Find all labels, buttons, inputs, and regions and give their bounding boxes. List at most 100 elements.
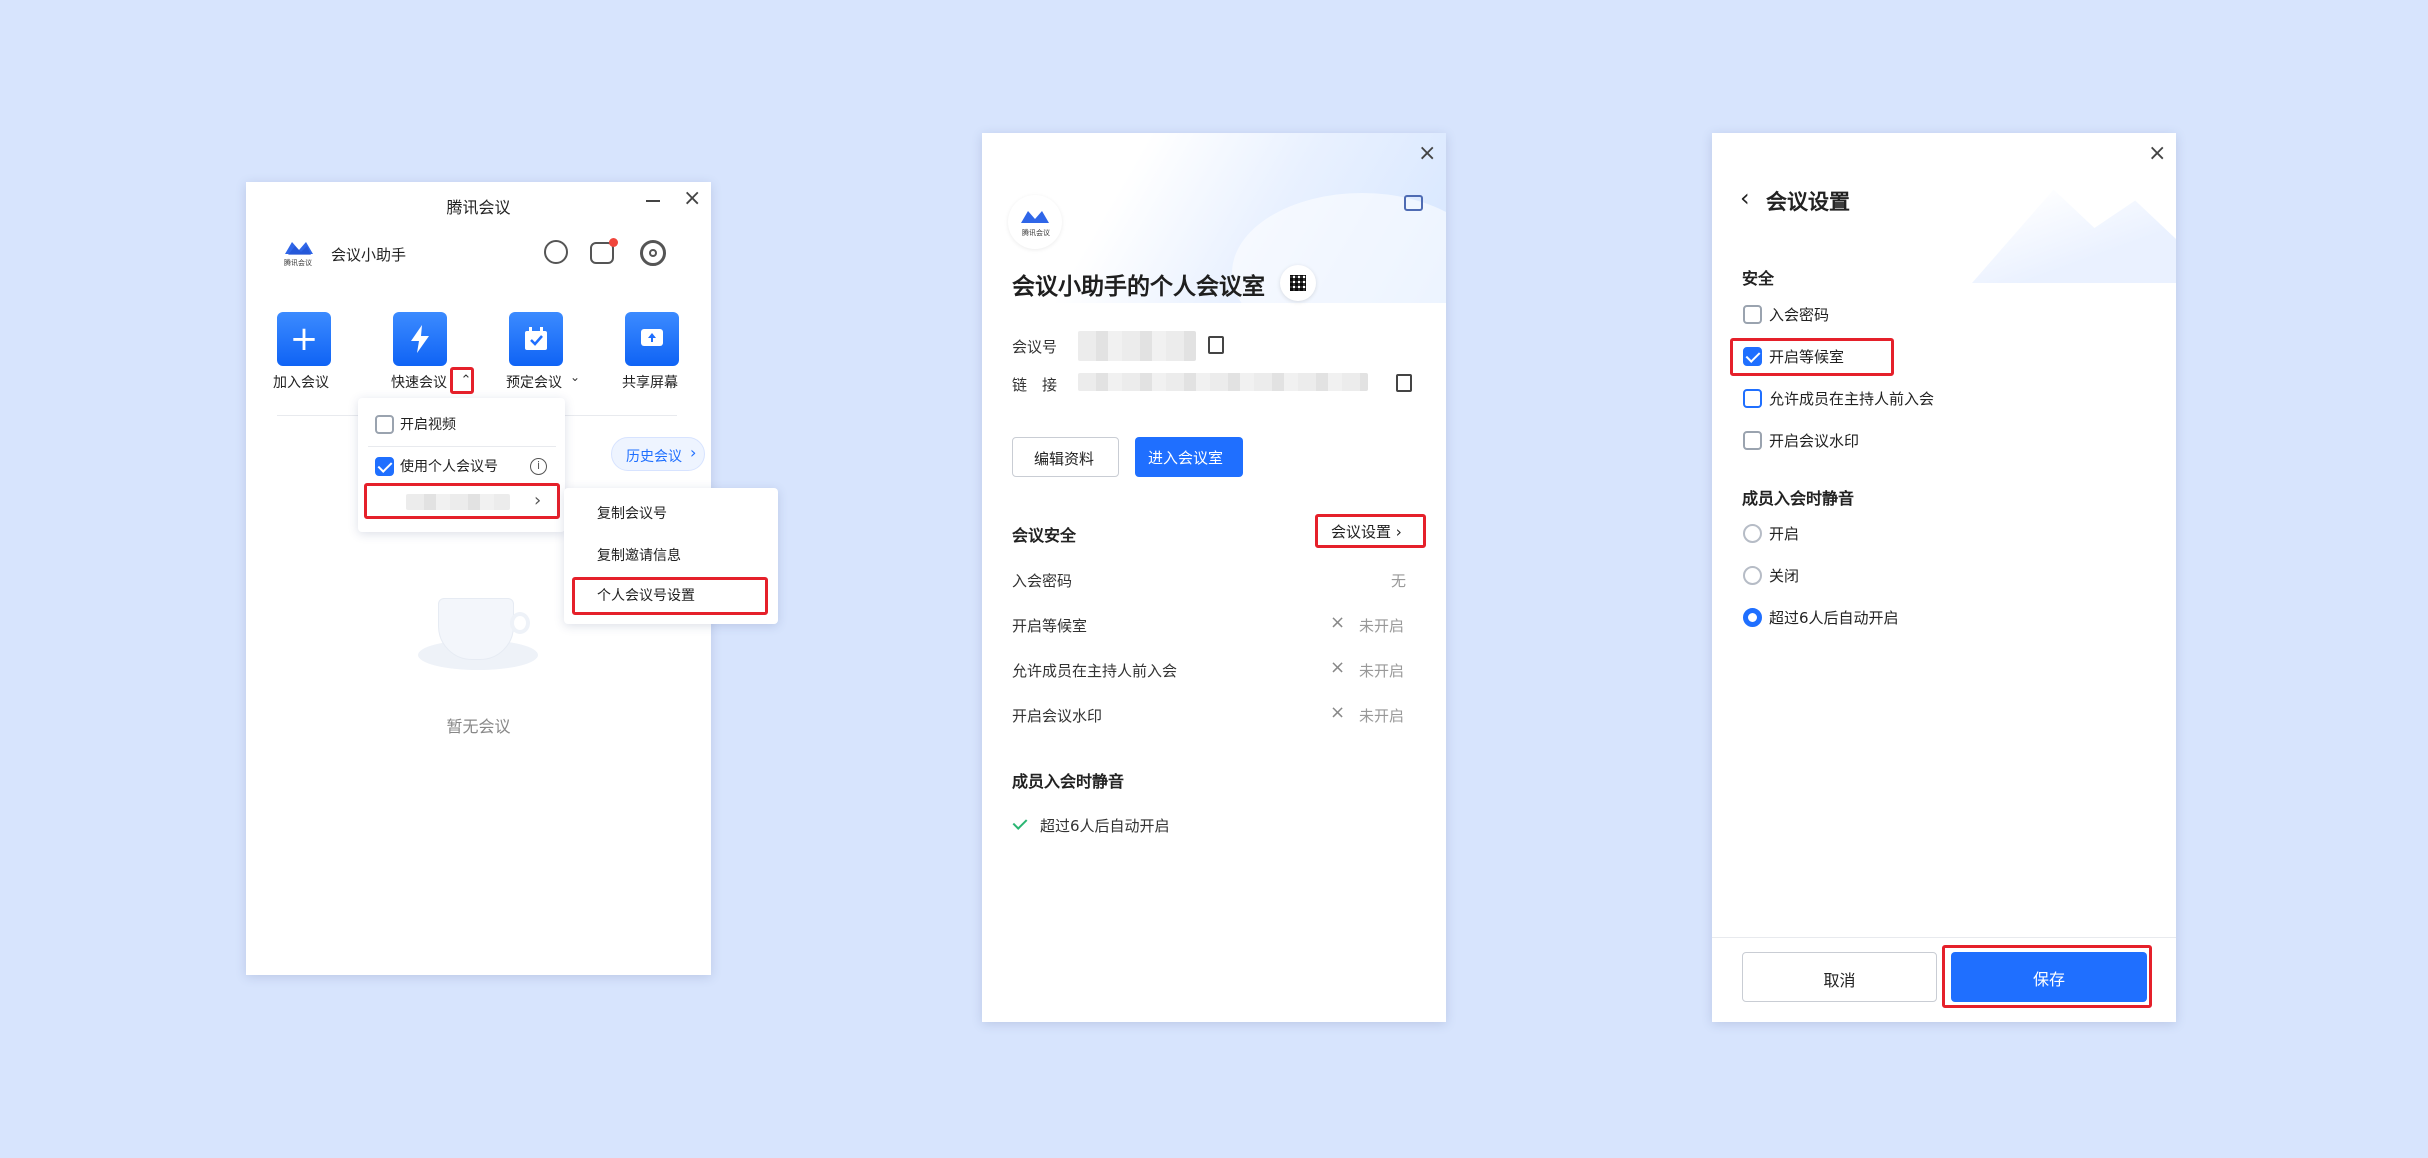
minimize-icon[interactable] — [646, 200, 660, 202]
quick-meeting-label: 快速会议 — [391, 375, 447, 391]
security-heading: 安全 — [1742, 269, 1775, 288]
gear-icon[interactable] — [640, 240, 666, 266]
room-title: 会议小助手的个人会议室 — [1012, 274, 1265, 300]
save-button[interactable]: 保存 — [1951, 952, 2147, 1002]
dropdown-divider — [368, 446, 556, 447]
settings-title: 会议设置 — [1766, 190, 1850, 214]
chevron-right-icon[interactable]: › — [534, 490, 541, 511]
meeting-settings-window: × ‹ 会议设置 安全 入会密码 开启等候室 允许成员在主持人前入会 开启会议水… — [1712, 133, 2176, 1022]
open-video-label[interactable]: 开启视频 — [400, 414, 456, 434]
window-title: 腾讯会议 — [446, 198, 511, 217]
close-icon: × — [1330, 612, 1346, 633]
image-icon[interactable] — [1404, 195, 1423, 211]
chevron-right-icon: › — [1395, 523, 1402, 541]
save-label: 保存 — [2032, 970, 2065, 989]
meeting-id-redacted — [1078, 331, 1196, 361]
waiting-room-label[interactable]: 开启等候室 — [1769, 346, 1844, 367]
edit-profile-label: 编辑资料 — [1034, 450, 1095, 468]
avatar[interactable]: 腾讯会议 — [284, 238, 314, 270]
mute-auto-label[interactable]: 超过6人后自动开启 — [1769, 607, 1899, 628]
cancel-button[interactable]: 取消 — [1742, 952, 1937, 1002]
enter-room-label: 进入会议室 — [1148, 449, 1224, 467]
row-value: 未开启 — [1359, 707, 1405, 725]
mute-heading: 成员入会时静音 — [1742, 489, 1855, 508]
close-icon: × — [1330, 657, 1346, 678]
meeting-settings-label: 会议设置 — [1331, 523, 1392, 541]
meeting-id-label: 会议号 — [1012, 338, 1058, 356]
mute-value: 超过6人后自动开启 — [1040, 817, 1170, 835]
share-screen-icon — [641, 329, 663, 346]
room-avatar-text: 腾讯会议 — [1022, 229, 1050, 237]
schedule-meeting-label: 预定会议 — [506, 375, 562, 391]
room-avatar: 腾讯会议 — [1008, 195, 1062, 249]
empty-cup-illustration — [418, 594, 538, 674]
pmi-settings-item[interactable]: 个人会议号设置 — [597, 585, 695, 605]
share-screen-button[interactable] — [625, 312, 679, 366]
copy-icon[interactable] — [1208, 336, 1224, 354]
schedule-meeting-button[interactable] — [509, 312, 563, 366]
watermark-label[interactable]: 开启会议水印 — [1769, 430, 1859, 451]
open-video-checkbox[interactable] — [375, 415, 394, 434]
enter-room-button[interactable]: 进入会议室 — [1135, 437, 1243, 477]
header-decor — [1972, 189, 2176, 283]
copy-meeting-id-item[interactable]: 复制会议号 — [597, 503, 667, 523]
empty-state-text: 暂无会议 — [446, 717, 511, 736]
close-icon[interactable]: × — [1418, 143, 1436, 165]
lightning-icon — [411, 325, 429, 353]
link-label: 链 接 — [1012, 376, 1058, 394]
calendar-icon — [525, 327, 547, 350]
link-redacted — [1078, 373, 1368, 391]
check-icon — [1012, 815, 1028, 830]
quick-meeting-dropdown: 开启视频 使用个人会议号 i › — [358, 398, 565, 532]
password-label[interactable]: 入会密码 — [1769, 304, 1829, 325]
pmi-submenu: 复制会议号 复制邀请信息 个人会议号设置 — [564, 488, 778, 624]
logo-text: 腾讯会议 — [284, 259, 312, 267]
back-icon[interactable]: ‹ — [1740, 184, 1750, 212]
history-link-text: 历史会议 — [626, 449, 682, 465]
user-name[interactable]: 会议小助手 — [331, 244, 406, 265]
row-label: 开启等候室 — [1012, 617, 1088, 635]
security-heading: 会议安全 — [1012, 526, 1077, 545]
info-icon[interactable]: i — [530, 458, 547, 475]
mute-on-label[interactable]: 开启 — [1769, 523, 1799, 544]
watermark-checkbox[interactable] — [1743, 431, 1762, 450]
cancel-label: 取消 — [1823, 971, 1856, 990]
mute-auto-radio[interactable] — [1743, 608, 1762, 627]
personal-room-window: × 腾讯会议 会议小助手的个人会议室 会议号 链 接 编辑资料 进入会议室 会议… — [982, 133, 1446, 1022]
close-icon: × — [1330, 702, 1346, 723]
password-checkbox[interactable] — [1743, 305, 1762, 324]
quick-meeting-button[interactable] — [393, 312, 447, 366]
join-before-host-checkbox[interactable] — [1743, 389, 1762, 408]
copy-invitation-item[interactable]: 复制邀请信息 — [597, 545, 681, 565]
row-label: 允许成员在主持人前入会 — [1012, 662, 1178, 680]
waiting-room-checkbox[interactable] — [1743, 347, 1762, 366]
close-icon[interactable]: × — [683, 188, 701, 210]
join-meeting-label: 加入会议 — [273, 375, 329, 391]
notification-dot — [609, 238, 618, 247]
mute-on-radio[interactable] — [1743, 524, 1762, 543]
history-meetings-link[interactable]: 历史会议 › — [611, 437, 705, 471]
chevron-right-icon: › — [690, 443, 697, 462]
mute-off-radio[interactable] — [1743, 566, 1762, 585]
close-icon[interactable]: × — [2148, 143, 2166, 165]
chevron-up-icon[interactable]: ⌃ — [457, 370, 475, 392]
mute-heading: 成员入会时静音 — [1012, 772, 1125, 791]
row-value: 无 — [1391, 572, 1407, 590]
refresh-icon[interactable] — [544, 240, 568, 264]
row-value: 未开启 — [1359, 662, 1405, 680]
message-icon[interactable] — [590, 238, 618, 264]
share-screen-label: 共享屏幕 — [622, 375, 678, 391]
footer-divider — [1712, 937, 2176, 938]
use-pmi-checkbox[interactable] — [375, 457, 394, 476]
join-before-host-label[interactable]: 允许成员在主持人前入会 — [1769, 388, 1934, 409]
row-label: 入会密码 — [1012, 572, 1073, 590]
chevron-down-icon[interactable]: ⌄ — [570, 370, 580, 384]
join-meeting-button[interactable]: + — [277, 312, 331, 366]
mute-off-label[interactable]: 关闭 — [1769, 565, 1799, 586]
meeting-id-redacted — [406, 494, 510, 510]
copy-icon[interactable] — [1396, 374, 1412, 392]
meeting-settings-link[interactable]: 会议设置 › — [1331, 521, 1402, 542]
qr-code-icon[interactable] — [1280, 265, 1316, 301]
edit-profile-button[interactable]: 编辑资料 — [1012, 437, 1119, 477]
use-pmi-label[interactable]: 使用个人会议号 — [400, 456, 498, 476]
